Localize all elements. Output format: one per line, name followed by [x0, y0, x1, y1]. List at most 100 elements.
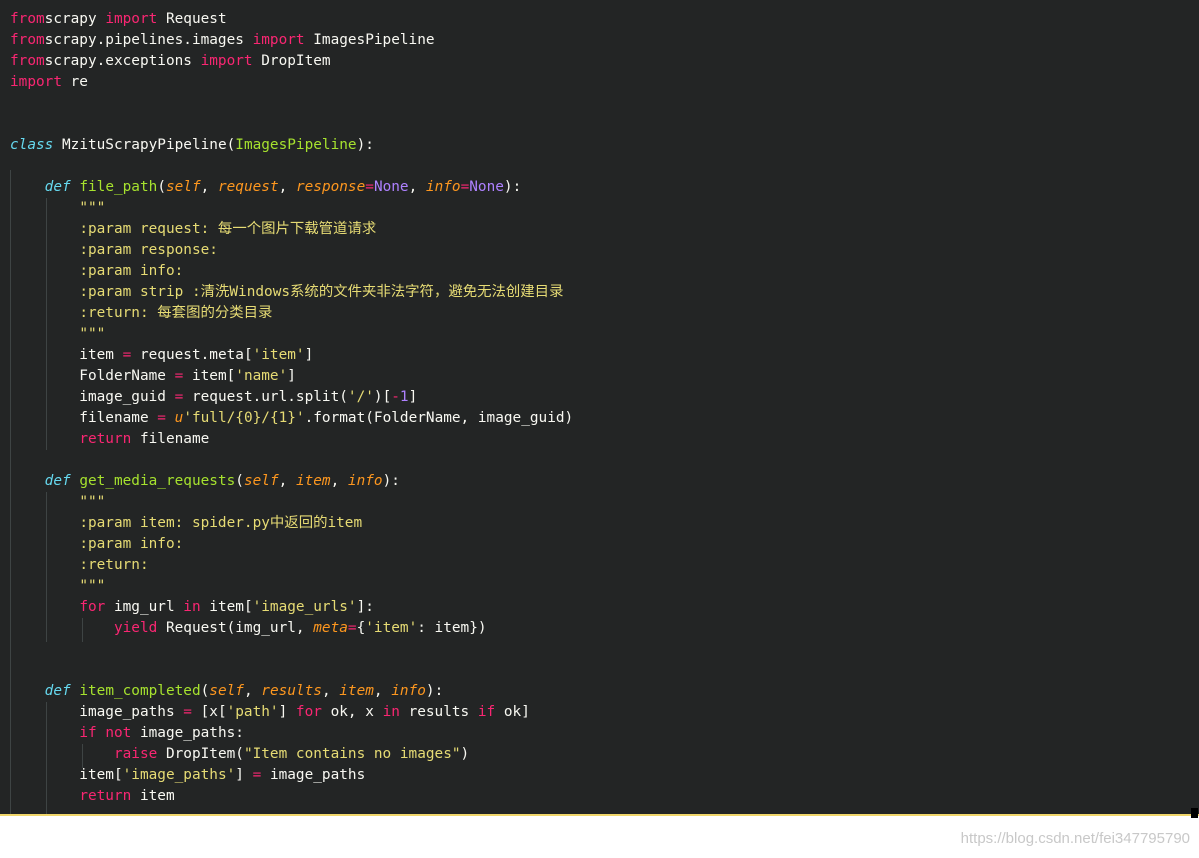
code-token: def: [44, 473, 71, 489]
code-token: self: [209, 683, 244, 699]
code-token: 'name': [235, 368, 288, 384]
code-token: item[: [200, 599, 253, 615]
code-token: self: [243, 473, 279, 489]
code-line: for img_url in item['image_urls']:: [10, 597, 374, 618]
code-token: item: [339, 683, 374, 699]
code-token: for: [79, 599, 106, 615]
code-token: None: [373, 179, 409, 195]
code-token: if: [477, 704, 496, 720]
code-token: ):: [425, 683, 444, 699]
code-token: item[: [183, 368, 236, 384]
watermark: https://blog.csdn.net/fei347795790: [960, 830, 1190, 847]
code-token: -: [391, 389, 400, 405]
code-line: filename = u'full/{0}/{1}'.format(Folder…: [10, 408, 573, 429]
code-line: :param info:: [10, 261, 183, 282]
code-token: import: [200, 53, 253, 69]
code-token: scrapy.exceptions: [44, 53, 201, 69]
code-token: ]: [304, 347, 314, 363]
resize-corner: [1191, 808, 1198, 818]
code-token: scrapy: [44, 11, 106, 27]
code-token: item[: [10, 767, 123, 783]
code-line: return item: [10, 786, 174, 807]
code-token: import: [105, 11, 158, 27]
code-line: :param strip :清洗Windows系统的文件夹非法字符，避免无法创建…: [10, 282, 563, 303]
code-token: class: [10, 137, 54, 153]
code-token: ]:: [356, 599, 374, 615]
code-token: """: [79, 578, 106, 594]
code-token: MzituScrapyPipeline(: [53, 137, 236, 153]
code-token: :param strip :清洗Windows系统的文件夹非法字符，避免无法创建…: [79, 284, 564, 300]
code-token: scrapy.pipelines.images: [44, 32, 253, 48]
code-token: info: [347, 473, 383, 489]
code-line: image_guid = request.url.split('/')[-1]: [10, 387, 417, 408]
code-token: (: [235, 473, 244, 489]
code-token: request.url.split(: [183, 389, 348, 405]
code-line: image_paths = [x['path'] for ok, x in re…: [10, 702, 530, 723]
code-token: ,: [321, 683, 340, 699]
code-token: None: [469, 179, 504, 195]
code-token: =: [365, 179, 374, 195]
code-token: self: [165, 179, 201, 195]
code-editor[interactable]: fromscrapy import Request fromscrapy.pipe…: [0, 0, 1199, 814]
code-token: : item}): [417, 620, 487, 636]
code-line: :param response:: [10, 240, 218, 261]
code-token: yield: [113, 620, 158, 636]
code-token: )[: [373, 389, 392, 405]
code-line: :return: 每套图的分类目录: [10, 303, 272, 324]
code-token: from: [10, 53, 45, 69]
code-token: results: [399, 704, 478, 720]
code-token: ,: [278, 473, 296, 489]
code-token: item_completed: [79, 683, 201, 699]
code-token: meta: [313, 620, 348, 636]
code-token: DropItem(: [157, 746, 244, 762]
code-token: ImagesPipeline: [235, 137, 357, 153]
code-token: "Item contains no images": [243, 746, 461, 762]
code-token: =: [347, 620, 357, 636]
code-token: :param request: 每一个图片下载管道请求: [79, 221, 377, 237]
code-token: =: [174, 368, 184, 384]
code-token: FolderName: [10, 368, 175, 384]
code-line: item['image_paths'] = image_paths: [10, 765, 365, 786]
code-token: item: [295, 473, 331, 489]
code-token: ):: [382, 473, 400, 489]
code-token: :return: 每套图的分类目录: [79, 305, 273, 321]
code-token: in: [183, 599, 201, 615]
code-token: ImagesPipeline: [304, 32, 435, 48]
code-line: FolderName = item['name']: [10, 366, 296, 387]
code-line: :param item: spider.py中返回的item: [10, 513, 362, 534]
code-token: return: [79, 431, 132, 447]
code-token: """: [79, 494, 106, 510]
code-token: filename: [10, 410, 158, 426]
code-token: ):: [356, 137, 374, 153]
code-token: ok]: [495, 704, 530, 720]
code-token: """: [79, 200, 106, 216]
code-token: ,: [243, 683, 262, 699]
code-token: get_media_requests: [79, 473, 236, 489]
code-token: DropItem: [252, 53, 331, 69]
code-token: if: [79, 725, 97, 741]
code-token: filename: [131, 431, 210, 447]
code-token: ): [460, 746, 470, 762]
code-token: ,: [330, 473, 348, 489]
code-line: raise DropItem("Item contains no images"…: [10, 744, 469, 765]
code-token: image_paths: [10, 704, 184, 720]
code-line: :param info:: [10, 534, 183, 555]
code-line: def file_path(self, request, response=No…: [10, 177, 522, 198]
code-token: from: [10, 11, 45, 27]
code-token: from: [10, 32, 45, 48]
code-line: class MzituScrapyPipeline(ImagesPipeline…: [10, 135, 374, 156]
code-token: return: [79, 788, 132, 804]
code-token: in: [382, 704, 400, 720]
code-token: =: [460, 179, 470, 195]
code-token: request: [217, 179, 279, 195]
code-token: [x[: [191, 704, 227, 720]
code-line: if not image_paths:: [10, 723, 244, 744]
